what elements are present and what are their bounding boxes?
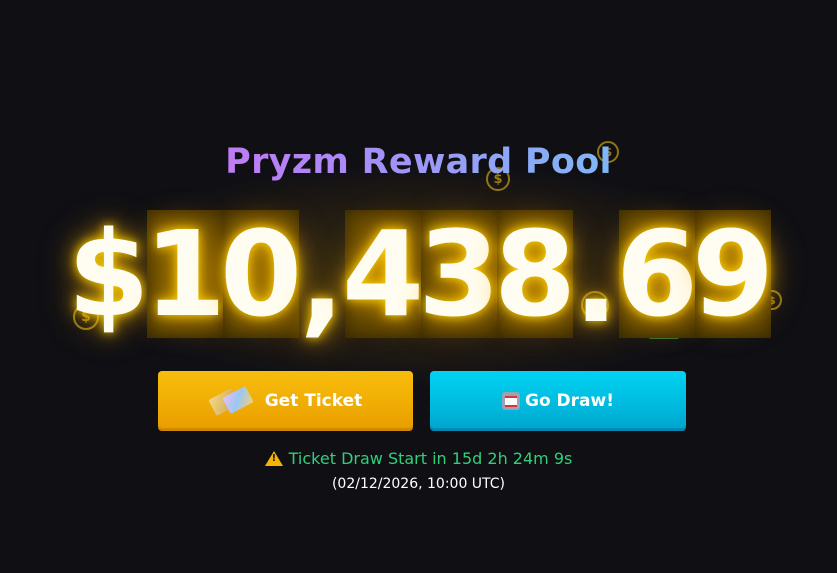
get-ticket-button[interactable]: Get Ticket [158, 371, 413, 431]
amount-currency-symbol: $ [67, 205, 150, 343]
amount-digit: 0 [219, 205, 303, 343]
amount-digit: 9 [691, 205, 775, 343]
warning-icon [264, 451, 283, 466]
amount-digit: 4 [341, 205, 425, 343]
reward-pool-panel: $ $ $ $ $ $ $ Pryzm Reward Pool $ 1 0 , … [0, 0, 837, 573]
draw-date: (02/12/2026, 10:00 UTC) [331, 476, 506, 492]
go-draw-label: Go Draw! [525, 391, 614, 411]
go-draw-button[interactable]: Go Draw! [430, 371, 686, 431]
amount-separator: , [299, 211, 345, 349]
page-title: Pryzm Reward Pool [0, 142, 837, 182]
slot-machine-icon [502, 392, 520, 410]
amount-digit: 3 [417, 205, 501, 343]
draw-countdown: Ticket Draw Start in 15d 2h 24m 9s [0, 449, 837, 468]
amount-digit: 8 [493, 205, 577, 343]
amount-digit: 6 [615, 205, 699, 343]
reward-pool-amount: $ 1 0 , 4 3 8 . 6 9 [67, 205, 775, 349]
countdown-text: Ticket Draw Start in 15d 2h 24m 9s [288, 449, 573, 468]
amount-decimal-point: . [573, 211, 619, 349]
amount-digit: 1 [143, 205, 227, 343]
ticket-icon [208, 385, 254, 417]
get-ticket-label: Get Ticket [264, 391, 363, 411]
